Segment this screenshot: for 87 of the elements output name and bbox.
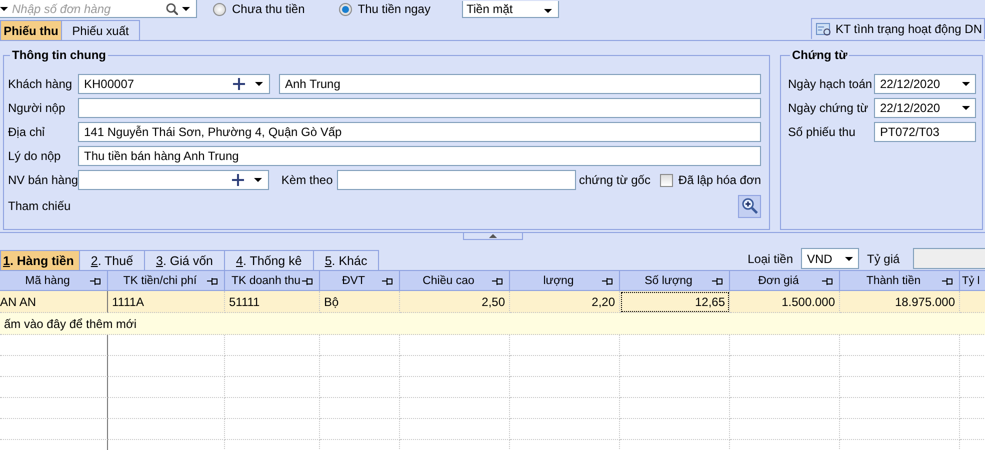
field-label: chứng từ gốc	[579, 173, 650, 187]
caret-icon	[182, 6, 190, 10]
tab[interactable]: 3. Giá vốn	[145, 250, 226, 270]
section-title: Chứng từ	[791, 48, 848, 62]
tab[interactable]: Phiếu xuất	[62, 20, 140, 40]
field-label: Lý do nộp	[8, 149, 62, 163]
pin-icon	[822, 277, 833, 286]
pin-icon	[492, 277, 503, 286]
table-cell: 2,50	[400, 291, 510, 313]
plus-icon	[233, 78, 245, 90]
column-header[interactable]: Mã hàng	[0, 270, 108, 291]
tab[interactable]: 5. Khác	[314, 250, 380, 270]
pin-icon	[942, 277, 953, 286]
table-cell: Bộ	[320, 291, 400, 313]
currency-dropdown[interactable]: VND	[801, 248, 859, 269]
tab[interactable]: Phiếu thu	[0, 20, 62, 40]
pin-icon	[90, 277, 101, 286]
pin-icon	[382, 277, 393, 286]
field-label: Loại tiền	[748, 252, 793, 266]
caret-icon	[255, 82, 263, 86]
field-label: NV bán hàng	[8, 173, 78, 187]
caret-icon	[845, 256, 853, 260]
invoiced-checkbox[interactable]	[660, 174, 674, 186]
tab[interactable]: 2. Thuế	[80, 250, 146, 270]
pin-icon	[602, 277, 613, 286]
column-header[interactable]: Đơn giá	[730, 270, 840, 291]
field-label: Tỷ giá	[867, 252, 901, 266]
date-dropdown[interactable]: 22/12/2020	[874, 74, 976, 94]
field-label: Tham chiếu	[8, 199, 72, 213]
order-search-field[interactable]: Nhập số đơn hàng	[0, 0, 197, 18]
table-cell: 1.500.000	[730, 291, 840, 313]
field-label: Khách hàng	[8, 77, 74, 91]
collapse-button[interactable]	[462, 233, 522, 240]
search-window-icon	[816, 22, 832, 36]
payer-field[interactable]	[78, 98, 761, 118]
radio-button[interactable]	[338, 2, 352, 16]
field-label: Địa chỉ	[8, 125, 46, 139]
date-dropdown[interactable]: 22/12/2020	[874, 98, 976, 118]
column-header[interactable]: Tỷ l	[960, 270, 985, 291]
customer-name-field[interactable]: Anh Trung	[279, 74, 761, 94]
column-header[interactable]: TK tiền/chi phí	[108, 270, 225, 291]
section-title: Thông tin chung	[11, 48, 107, 62]
caret-icon	[254, 178, 262, 182]
caret-icon	[962, 106, 970, 110]
column-header[interactable]: Thành tiền	[840, 270, 960, 291]
caret-icon	[544, 8, 552, 12]
caret-icon	[0, 6, 8, 10]
zoom-in-icon	[742, 198, 758, 214]
table-cell: 12,65	[620, 291, 730, 313]
reason-field[interactable]: Thu tiền bán hàng Anh Trung	[78, 146, 761, 166]
tab[interactable]: 4. Thống kê	[225, 250, 314, 270]
radio-label[interactable]: Chưa thu tiền	[232, 2, 305, 16]
caret-up-icon	[488, 234, 496, 238]
column-header[interactable]: lượng	[510, 270, 620, 291]
table-cell: 18.975.000	[840, 291, 960, 313]
field-label: Kèm theo	[281, 173, 333, 187]
plus-icon	[232, 174, 244, 186]
radio-button[interactable]	[213, 2, 226, 16]
column-header[interactable]: TK doanh thu	[225, 270, 320, 291]
zoom-in-button[interactable]	[738, 194, 761, 218]
table-cell: AN AN	[0, 291, 108, 313]
attachments-field[interactable]	[336, 170, 576, 190]
voucher-number-field[interactable]: PT072/T03	[874, 122, 976, 142]
customer-code-combo[interactable]: KH00007	[78, 74, 270, 94]
table-cell: 51111	[225, 291, 320, 313]
field-label: Ngày chứng từ	[788, 101, 870, 115]
pin-icon	[712, 277, 723, 286]
field-label: Số phiếu thu	[788, 125, 856, 139]
new-row-hint[interactable]: ấm vào đây để thêm mới	[0, 313, 985, 335]
column-header[interactable]: ĐVT	[320, 270, 400, 291]
checkbox-label[interactable]: Đã lập hóa đơn	[678, 173, 761, 187]
salesperson-combo[interactable]	[78, 170, 270, 190]
radio-label[interactable]: Thu tiền ngay	[358, 2, 430, 16]
column-header[interactable]: Số lượng	[620, 270, 730, 291]
payment-method-dropdown[interactable]: Tiền mặt	[462, 0, 560, 18]
column-header[interactable]: Chiều cao	[400, 270, 510, 291]
table-cell: 2,20	[510, 291, 620, 313]
field-label: Người nộp	[8, 101, 66, 115]
address-field[interactable]: 141 Nguyễn Thái Sơn, Phường 4, Quận Gò Vấp	[78, 122, 761, 142]
field-label: Ngày hạch toán	[788, 77, 874, 91]
pin-icon	[207, 277, 218, 286]
tab[interactable]: 1. Hàng tiền	[0, 250, 80, 270]
search-icon	[166, 2, 178, 14]
status-check-button[interactable]: KT tình trạng hoạt động DN	[811, 18, 985, 39]
caret-icon	[962, 82, 970, 86]
table-cell: 1111A	[108, 291, 225, 313]
pin-icon	[302, 277, 313, 286]
